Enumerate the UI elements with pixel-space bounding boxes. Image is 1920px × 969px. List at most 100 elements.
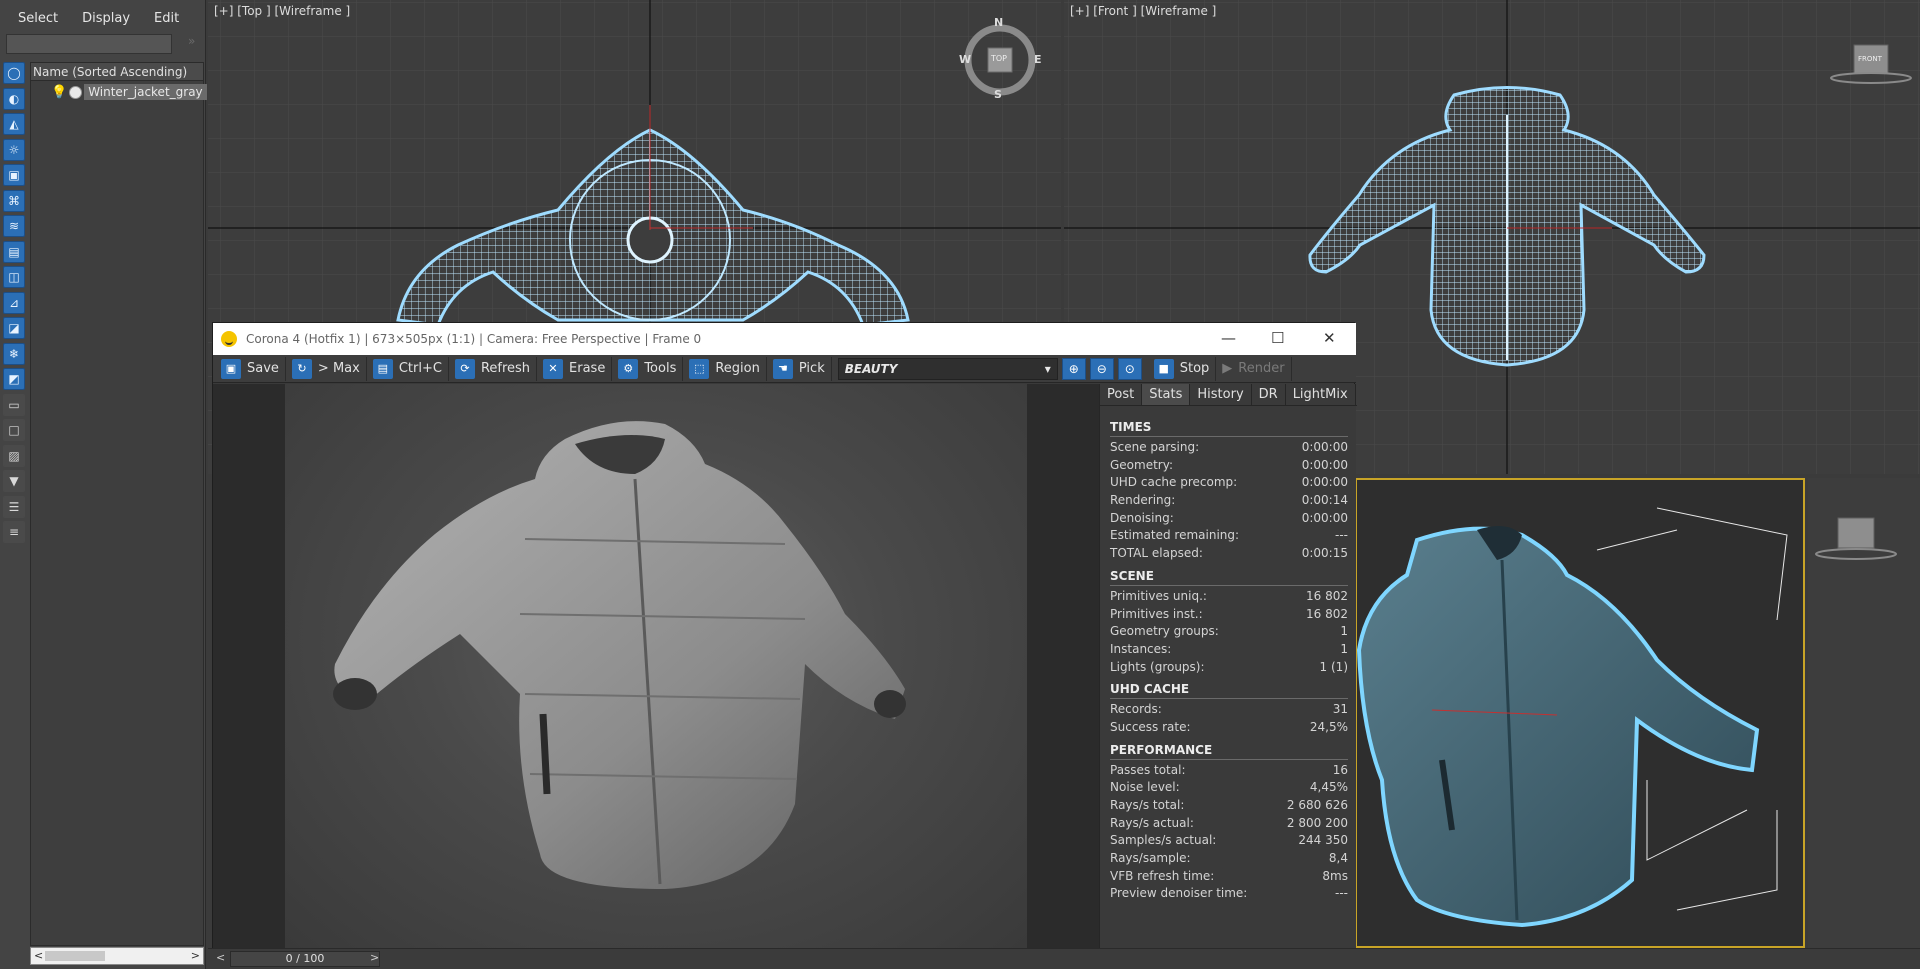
light-bulb-icon[interactable]: 💡	[51, 85, 67, 100]
visibility-icon[interactable]	[69, 85, 83, 99]
filter-options-icon[interactable]: ☰	[3, 495, 25, 518]
scroll-right-icon[interactable]: >	[191, 948, 200, 964]
minimize-icon[interactable]: —	[1221, 329, 1236, 347]
stat-row: Preview denoiser time: ---	[1110, 885, 1348, 903]
display-all-icon[interactable]: ▭	[3, 393, 25, 416]
stat-value: 1 (1)	[1319, 659, 1348, 674]
tab-dr[interactable]: DR	[1252, 384, 1286, 405]
to-max-button[interactable]: ↻ > Max	[286, 356, 367, 381]
copy-button[interactable]: ▤ Ctrl+C	[367, 356, 449, 381]
stat-label: Denoising:	[1110, 510, 1174, 525]
tools-button[interactable]: ⚙ Tools	[612, 356, 684, 381]
object-list: Name (Sorted Ascending) 💡 Winter_jacket_…	[30, 62, 207, 946]
stat-value: 0:00:00	[1301, 475, 1348, 490]
next-frame-icon[interactable]: >	[370, 951, 379, 964]
display-frozen-icon[interactable]: ❄	[3, 342, 25, 365]
viewport-front-label[interactable]: [+] [Front ] [Wireframe ]	[1070, 4, 1216, 18]
invert-display-icon[interactable]: ▨	[3, 444, 25, 467]
display-shapes-icon[interactable]: ◭	[3, 113, 25, 135]
tab-lightmix[interactable]: LightMix	[1286, 384, 1356, 405]
tab-stats[interactable]: Stats	[1142, 384, 1191, 405]
stat-label: Passes total:	[1110, 762, 1186, 777]
region-button[interactable]: ⬚ Region	[683, 356, 767, 381]
stat-label: Lights (groups):	[1110, 659, 1205, 674]
display-groups-icon[interactable]: ▤	[3, 240, 25, 263]
stat-label: Rays/sample:	[1110, 851, 1191, 866]
stat-row: Rays/s total: 2 680 626	[1110, 797, 1348, 815]
display-none-icon[interactable]: ◯	[3, 62, 25, 84]
time-slider[interactable]: < 0 / 100 >	[208, 948, 1920, 969]
filter-icon[interactable]: ▼	[3, 470, 25, 492]
menu-select[interactable]: Select	[8, 7, 68, 30]
display-helpers-icon[interactable]: ⌘	[3, 189, 25, 212]
persp-viewcube[interactable]	[1808, 478, 1920, 578]
display-lights-icon[interactable]: ☼	[3, 138, 25, 161]
stat-value: 16	[1332, 762, 1348, 777]
frame-counter[interactable]: 0 / 100	[230, 951, 380, 967]
stat-row: Rays/sample: 8,4	[1110, 850, 1348, 868]
display-spacewarps-icon[interactable]: ≋	[3, 215, 25, 237]
viewcube-top-face[interactable]: TOP	[991, 54, 1007, 63]
zoom-out-button[interactable]: ⊖	[1089, 357, 1114, 380]
compass-south-label: S	[994, 88, 1002, 101]
scrollbar-thumb[interactable]	[45, 951, 105, 961]
stat-value: 16 802	[1306, 588, 1348, 603]
to-max-icon: ↻	[291, 358, 312, 379]
stat-value: 16 802	[1306, 606, 1348, 621]
uhd-rows: Records: 31 Success rate: 24,5%	[1110, 701, 1348, 736]
menu-display[interactable]: Display	[72, 7, 140, 30]
erase-icon: ✕	[543, 358, 564, 379]
render-channel-select[interactable]: BEAUTY ▾	[837, 357, 1058, 380]
save-button[interactable]: ▣ Save	[215, 356, 286, 381]
maximize-icon[interactable]: ☐	[1271, 329, 1284, 347]
erase-button[interactable]: ✕ Erase	[537, 356, 613, 381]
vfb-title-bar[interactable]: Corona 4 (Hotfix 1) | 673×505px (1:1) | …	[213, 323, 1356, 355]
close-icon[interactable]: ✕	[1323, 329, 1336, 347]
display-xrefs-icon[interactable]: ◫	[3, 266, 25, 288]
stat-row: Estimated remaining: ---	[1110, 527, 1348, 545]
compass-north-label: N	[994, 16, 1004, 29]
list-column-header[interactable]: Name (Sorted Ascending)	[31, 63, 203, 81]
zoom-in-button[interactable]: ⊕	[1061, 357, 1086, 380]
viewcube-front-face[interactable]: FRONT	[1858, 55, 1882, 63]
stat-label: Geometry:	[1110, 457, 1174, 472]
stat-label: Rays/s total:	[1110, 798, 1185, 812]
expand-arrows-icon[interactable]: »	[188, 34, 195, 48]
stat-label: Success rate:	[1110, 719, 1191, 734]
display-bones-icon[interactable]: ⊿	[3, 291, 25, 314]
stop-button[interactable]: ■ Stop	[1148, 356, 1217, 381]
display-cameras-icon[interactable]: ▣	[3, 164, 25, 186]
viewport-perspective[interactable]	[1355, 478, 1805, 948]
menu-edit[interactable]: Edit	[144, 7, 189, 30]
prev-frame-icon[interactable]: <	[216, 951, 225, 964]
compass-west-label: W	[959, 53, 972, 66]
stat-row: Success rate: 24,5%	[1110, 719, 1348, 737]
explorer-search-input[interactable]	[6, 34, 172, 54]
stat-value: 8,4	[1328, 851, 1348, 866]
viewport-top-label[interactable]: [+] [Top ] [Wireframe ]	[214, 4, 350, 18]
list-item[interactable]: 💡 Winter_jacket_gray	[51, 83, 207, 101]
display-containers-icon[interactable]: ◪	[3, 317, 25, 339]
vfb-panel-tabs: Post Stats History DR LightMix	[1100, 384, 1357, 406]
stat-value: ---	[1335, 528, 1348, 543]
layers-icon[interactable]: ≡	[3, 521, 25, 543]
stat-value: 1	[1340, 624, 1348, 639]
rendered-image	[285, 384, 1027, 948]
display-geometry-icon[interactable]: ◐	[3, 87, 25, 110]
scroll-left-icon[interactable]: <	[34, 948, 43, 964]
tab-history[interactable]: History	[1190, 384, 1252, 405]
refresh-button[interactable]: ⟳ Refresh	[449, 356, 538, 381]
object-name[interactable]: Winter_jacket_gray	[84, 84, 207, 100]
render-button[interactable]: ▶ Render	[1216, 356, 1292, 381]
zoom-fit-button[interactable]: ⊙	[1117, 357, 1142, 380]
stat-value: 8ms	[1322, 868, 1348, 883]
display-none-filter-icon[interactable]: □	[3, 419, 25, 441]
viewport-right-strip[interactable]	[1808, 478, 1920, 948]
stat-value: 31	[1332, 702, 1348, 717]
stat-label: Primitives uniq.:	[1110, 588, 1207, 603]
pick-button[interactable]: ☚ Pick	[767, 356, 832, 381]
horizontal-scrollbar[interactable]: < >	[30, 947, 204, 965]
tab-post[interactable]: Post	[1100, 384, 1143, 405]
render-canvas[interactable]	[213, 384, 1099, 948]
display-hidden-icon[interactable]: ◩	[3, 368, 25, 390]
